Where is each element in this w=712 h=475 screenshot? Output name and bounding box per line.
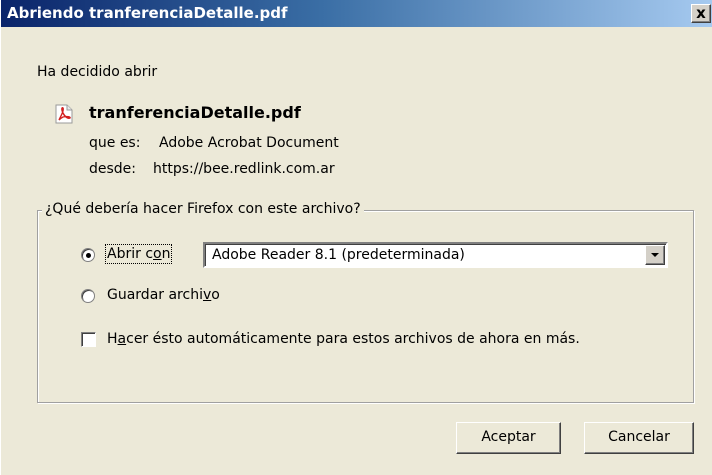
action-group-legend: ¿Qué debería hacer Firefox con este arch… (42, 201, 364, 217)
file-source-label: desde: (89, 161, 137, 177)
ok-button[interactable]: Aceptar (456, 422, 561, 454)
cancel-button[interactable]: Cancelar (584, 422, 694, 454)
file-open-dialog: Abriendo tranferenciaDetalle.pdf x Ha de… (0, 0, 712, 475)
auto-action-label-end: cer ésto automáticamente para estos arch… (126, 331, 580, 347)
save-file-label-part: Guardar archi (107, 287, 203, 303)
close-button[interactable]: x (691, 4, 711, 23)
auto-action-label-part: H (107, 331, 118, 347)
auto-action-checkbox[interactable] (81, 332, 96, 347)
open-with-label-part: Abrir c (107, 246, 154, 262)
title-bar[interactable]: Abriendo tranferenciaDetalle.pdf x (1, 0, 712, 27)
auto-action-label[interactable]: Hacer ésto automáticamente para estos ar… (107, 331, 580, 347)
window-title: Abriendo tranferenciaDetalle.pdf (7, 4, 288, 22)
open-with-radio[interactable] (81, 248, 95, 262)
file-name: tranferenciaDetalle.pdf (89, 103, 301, 122)
open-with-label[interactable]: Abrir con (104, 244, 173, 264)
application-select[interactable]: Adobe Reader 8.1 (predeterminada) (203, 242, 668, 268)
open-with-label-end: n (161, 246, 171, 262)
save-file-label[interactable]: Guardar archivo (107, 287, 220, 303)
action-groupbox (37, 210, 694, 403)
intro-text: Ha decidido abrir (37, 64, 158, 80)
chevron-down-icon[interactable] (645, 245, 665, 265)
file-source-value: https://bee.redlink.com.ar (153, 161, 335, 177)
application-select-value: Adobe Reader 8.1 (predeterminada) (212, 247, 465, 263)
pdf-icon (55, 104, 73, 124)
auto-action-access-key: a (117, 331, 127, 347)
radio-selected-dot (86, 253, 91, 258)
open-with-access-key: o (153, 246, 162, 262)
save-file-radio[interactable] (81, 289, 95, 303)
file-type-label: que es: (89, 135, 141, 151)
file-type-value: Adobe Acrobat Document (159, 135, 339, 151)
save-file-label-end: o (211, 287, 220, 303)
